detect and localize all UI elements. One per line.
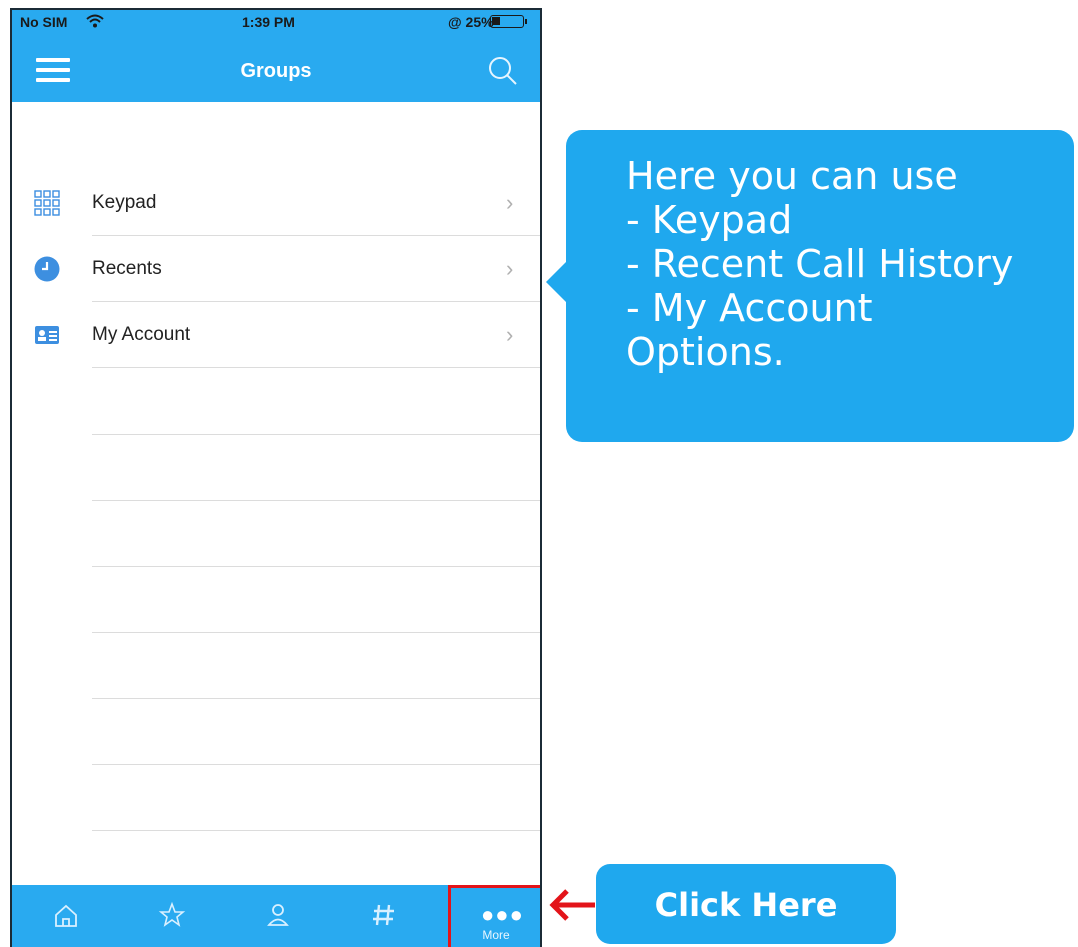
divider <box>92 566 540 567</box>
callout-tail <box>546 260 568 304</box>
search-icon[interactable] <box>486 54 520 88</box>
callout-line: Here you can use <box>626 154 958 198</box>
chevron-right-icon: › <box>506 256 514 281</box>
callout-line: - My Account <box>626 286 873 330</box>
list-item-my-account[interactable]: My Account › <box>12 302 540 368</box>
divider <box>92 830 540 831</box>
click-here-button[interactable]: Click Here <box>596 864 896 944</box>
star-icon[interactable] <box>152 895 192 935</box>
more-dots-icon: ●●● <box>481 902 524 927</box>
callout-line: Options. <box>626 330 785 374</box>
tab-more-label: More <box>482 928 510 942</box>
divider <box>92 434 540 435</box>
home-icon[interactable] <box>46 895 86 935</box>
callout-line: - Keypad <box>626 198 793 242</box>
battery-icon <box>490 15 527 28</box>
clock-icon <box>34 256 60 282</box>
divider <box>92 698 540 699</box>
status-bar: No SIM 1:39 PM @ 25% <box>12 10 540 36</box>
divider <box>92 500 540 501</box>
chevron-right-icon: › <box>506 190 514 215</box>
account-card-icon <box>35 326 59 344</box>
tab-more[interactable]: ●●● More <box>448 885 540 947</box>
list-item-label: Recents <box>92 258 162 279</box>
tab-bar: ●●● More <box>12 885 540 947</box>
divider <box>92 764 540 765</box>
callout-line: - Recent Call History <box>626 242 1014 286</box>
callout-text: Here you can use - Keypad - Recent Call … <box>626 154 1056 374</box>
clock-time: 1:39 PM <box>242 14 295 30</box>
list-item-label: My Account <box>92 324 191 345</box>
keypad-icon <box>34 190 60 216</box>
person-icon[interactable] <box>258 895 298 935</box>
wifi-icon <box>86 14 104 28</box>
list-item-recents[interactable]: Recents › <box>12 236 540 302</box>
carrier-label: No SIM <box>20 14 68 30</box>
callout-bubble: Here you can use - Keypad - Recent Call … <box>566 130 1074 442</box>
click-here-label: Click Here <box>654 886 838 924</box>
chevron-right-icon: › <box>506 322 514 347</box>
divider <box>92 632 540 633</box>
list-item-keypad[interactable]: Keypad › <box>12 170 540 236</box>
list-item-label: Keypad <box>92 192 157 213</box>
app-header: No SIM 1:39 PM @ 25% Groups <box>12 10 540 102</box>
arrow-left-icon <box>549 889 595 921</box>
hash-icon[interactable] <box>364 895 404 935</box>
page-title: Groups <box>240 60 312 82</box>
phone-screen: No SIM 1:39 PM @ 25% Groups Keypad › Rec… <box>10 8 542 947</box>
battery-label: @ 25% <box>448 14 494 30</box>
